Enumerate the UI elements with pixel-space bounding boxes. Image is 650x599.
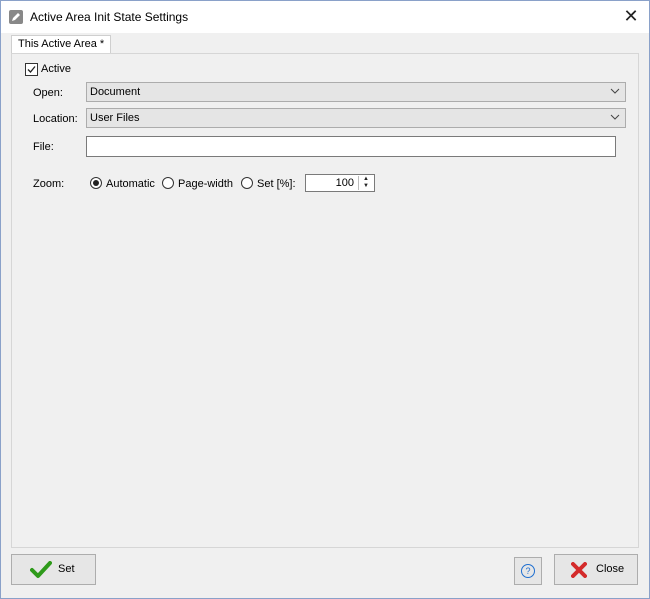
tab-bar: This Active Area * xyxy=(11,35,639,53)
radio-selected-dot xyxy=(93,180,99,186)
dialog-window: Active Area Init State Settings ✕ This A… xyxy=(0,0,650,599)
file-input[interactable] xyxy=(86,136,616,157)
close-button-label: Close xyxy=(596,563,625,575)
stepper-buttons: ▲ ▼ xyxy=(358,176,373,190)
chevron-down-icon xyxy=(610,88,620,94)
zoom-percent-value: 100 xyxy=(335,177,354,189)
pencil-icon xyxy=(9,10,23,24)
red-x-icon xyxy=(571,562,587,578)
location-value: User Files xyxy=(90,112,140,124)
active-checkbox[interactable] xyxy=(25,63,38,76)
title-bar: Active Area Init State Settings ✕ xyxy=(1,1,649,33)
zoom-automatic-radio[interactable] xyxy=(90,177,102,189)
help-icon: ? xyxy=(521,564,535,578)
zoom-label: Zoom: xyxy=(33,178,65,190)
open-label: Open: xyxy=(33,87,63,99)
zoom-percent-stepper[interactable]: 100 ▲ ▼ xyxy=(305,174,375,192)
help-button[interactable]: ? xyxy=(514,557,542,585)
tab-this-active-area[interactable]: This Active Area * xyxy=(11,35,112,53)
open-value: Document xyxy=(90,86,141,98)
zoom-page-width-radio[interactable] xyxy=(162,177,174,189)
close-window-icon[interactable]: ✕ xyxy=(621,6,641,26)
window-title: Active Area Init State Settings xyxy=(30,10,189,24)
zoom-page-width-label: Page-width xyxy=(178,178,234,190)
close-button[interactable]: Close xyxy=(554,554,638,585)
zoom-set-radio[interactable] xyxy=(241,177,253,189)
file-label: File: xyxy=(33,141,54,153)
zoom-set-label: Set [%]: xyxy=(257,178,296,190)
set-button-label: Set xyxy=(58,563,75,575)
location-label: Location: xyxy=(33,113,78,125)
stepper-down-icon[interactable]: ▼ xyxy=(359,183,373,190)
settings-panel: Active Open: Document Location: User Fil… xyxy=(11,53,639,548)
checkmark-icon xyxy=(30,561,52,578)
stepper-up-icon[interactable]: ▲ xyxy=(359,176,373,183)
set-button[interactable]: Set xyxy=(11,554,96,585)
zoom-automatic-label: Automatic xyxy=(106,178,155,190)
location-dropdown[interactable]: User Files xyxy=(86,108,626,128)
chevron-down-icon xyxy=(610,114,620,120)
open-dropdown[interactable]: Document xyxy=(86,82,626,102)
active-label: Active xyxy=(41,63,71,75)
